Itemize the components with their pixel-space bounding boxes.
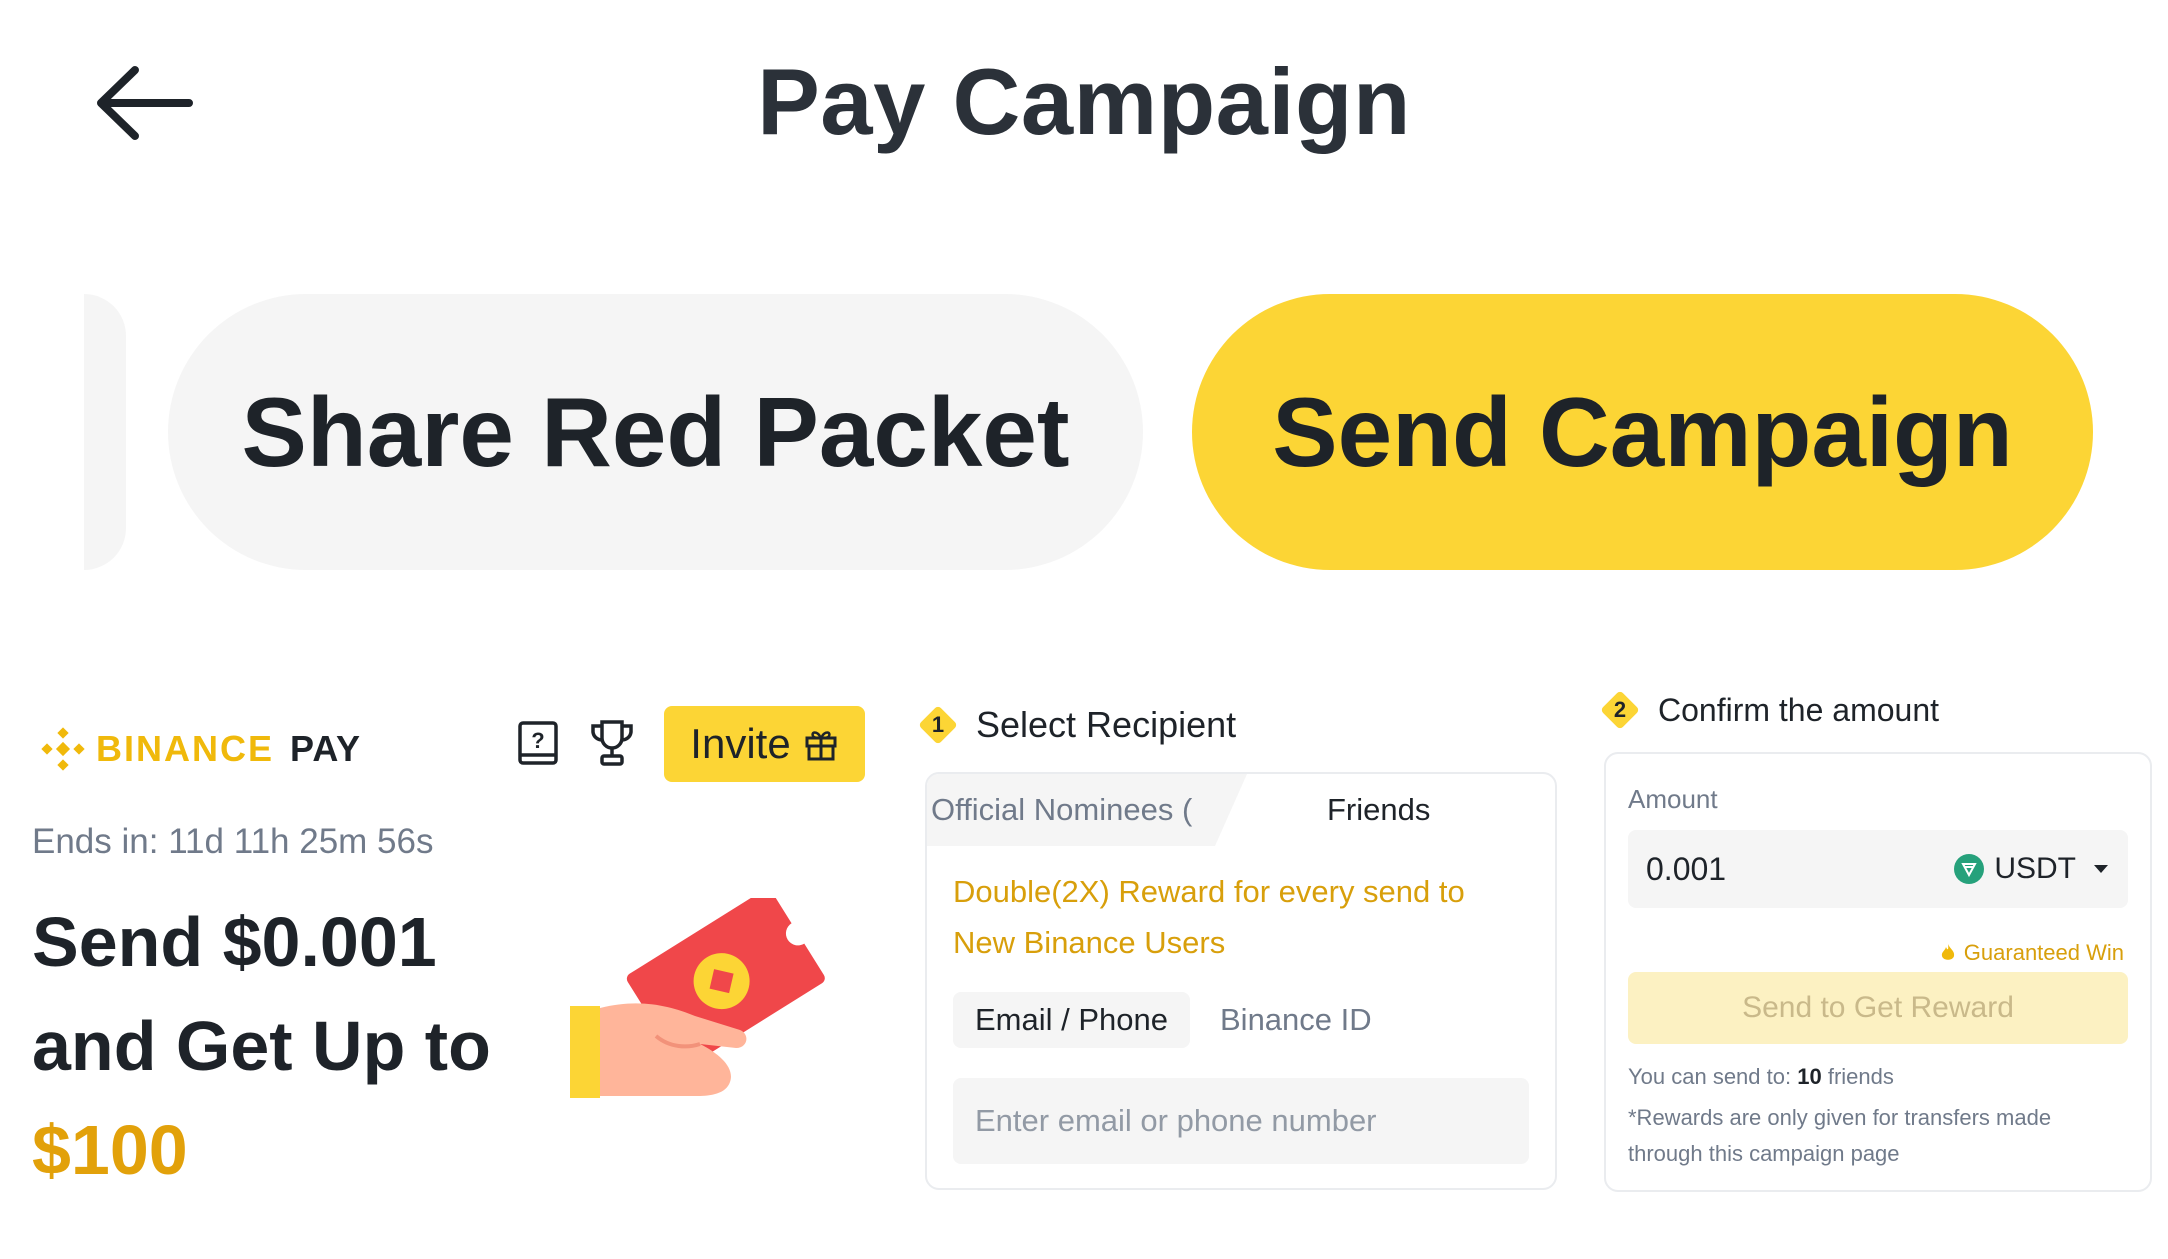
send-to-get-reward-button[interactable]: Send to Get Reward (1628, 972, 2128, 1044)
step-2-title: Confirm the amount (1658, 691, 1940, 728)
amount-label: Amount (1628, 784, 1718, 814)
currency-label: USDT (1994, 852, 2076, 885)
email-phone-input[interactable] (953, 1078, 1529, 1164)
amount-card: Amount 0.001 USDT Guaranteed Win Send to… (1604, 752, 2152, 1192)
rewards-note: *Rewards are only given for transfers ma… (1628, 1105, 2052, 1166)
tab-friends[interactable]: Friends (1327, 774, 1527, 846)
method-email-phone[interactable]: Email / Phone (953, 992, 1190, 1048)
headline-amount: $100 (32, 1111, 188, 1189)
guaranteed-win-badge: Guaranteed Win (1940, 940, 2124, 966)
trophy-icon[interactable] (588, 718, 636, 768)
headline-line-1: Send $0.001 (32, 903, 437, 981)
step-2-header: 2 Confirm the amount (1600, 690, 1939, 730)
countdown-text: Ends in: 11d 11h 25m 56s (32, 822, 434, 861)
brand-suffix: PAY (290, 728, 362, 769)
headline-line-2: and Get Up to (32, 1007, 491, 1085)
recipient-card: Official Nominees ( Friends Double(2X) R… (925, 772, 1557, 1190)
chevron-down-icon (2094, 865, 2108, 873)
send-limit-count: 10 (1797, 1064, 1822, 1089)
tab-send-campaign[interactable]: Send Campaign (1192, 294, 2093, 570)
gift-icon (805, 731, 837, 761)
step-1-header: 1 Select Recipient (918, 704, 1236, 746)
invite-button[interactable]: Invite (664, 706, 865, 782)
recipient-tabs: Official Nominees ( Friends (927, 774, 1555, 846)
method-binance-id[interactable]: Binance ID (1220, 1002, 1372, 1038)
help-book-icon[interactable]: ? (516, 720, 560, 766)
page-title: Pay Campaign (757, 49, 1411, 154)
svg-text:?: ? (531, 728, 544, 753)
promo-headline: Send $0.001 and Get Up to $100 (32, 890, 491, 1202)
recipient-method-tabs: Email / Phone Binance ID (953, 992, 1372, 1048)
brand-name: BINANCE (96, 728, 275, 769)
tab-share-red-packet[interactable]: Share Red Packet (168, 294, 1143, 570)
binance-pay-logo: BINANCE PAY (40, 722, 361, 776)
usdt-icon (1954, 854, 1985, 884)
binance-logo-icon (41, 727, 85, 771)
tab-previous-stub[interactable] (84, 294, 126, 570)
amount-value[interactable]: 0.001 (1646, 830, 1726, 908)
currency-select[interactable]: USDT (1954, 830, 2108, 908)
tab-official-nominees[interactable]: Official Nominees ( (927, 774, 1247, 846)
step-1-title: Select Recipient (976, 704, 1237, 745)
red-packet-illustration (560, 889, 840, 1108)
step-2-badge: 2 (1600, 690, 1640, 730)
step-1-badge: 1 (918, 705, 958, 745)
guaranteed-win-label: Guaranteed Win (1963, 940, 2124, 965)
invite-label: Invite (690, 720, 791, 767)
amount-field[interactable]: 0.001 USDT (1628, 830, 2128, 908)
double-reward-text: Double(2X) Reward for every send to New … (953, 874, 1465, 960)
flame-icon (1941, 944, 1954, 960)
send-limit-text: You can send to: 10 friends (1628, 1064, 1894, 1089)
